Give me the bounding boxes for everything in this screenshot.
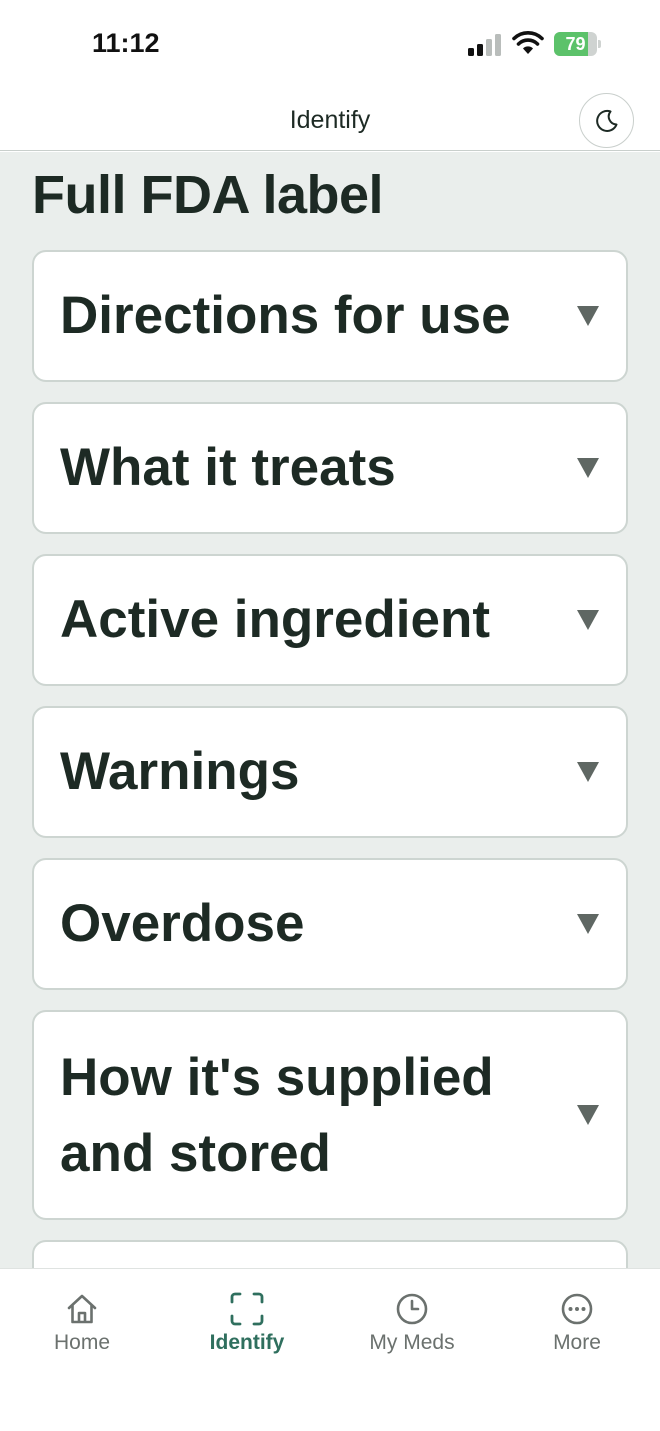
accordion-label: What it treats — [60, 438, 396, 497]
home-icon — [67, 1294, 97, 1324]
tab-more[interactable]: More — [512, 1291, 642, 1361]
signal-icon — [468, 34, 501, 56]
tab-label: Home — [53, 1331, 111, 1354]
caret-down-icon — [577, 1105, 599, 1125]
tab-my-meds[interactable]: My Meds — [347, 1291, 477, 1361]
caret-down-icon — [577, 914, 599, 934]
battery-level: 79 — [565, 34, 586, 54]
caret-down-icon — [577, 306, 599, 326]
theme-toggle-button[interactable] — [579, 93, 634, 148]
page-title: Identify — [289, 106, 371, 134]
clock-icon — [396, 1293, 428, 1325]
tab-label: More — [553, 1331, 601, 1354]
section-title: Full FDA label — [32, 165, 384, 225]
tab-home[interactable]: Home — [17, 1291, 147, 1361]
accordion-label: Active ingredient — [60, 590, 490, 649]
wifi-icon — [512, 31, 544, 54]
accordion-item-partial[interactable] — [32, 1240, 628, 1268]
accordion-how-supplied-stored[interactable]: How it's supplied and stored — [32, 1010, 628, 1220]
accordion-label: Warnings — [60, 742, 300, 801]
accordion-overdose[interactable]: Overdose — [32, 858, 628, 990]
accordion-warnings[interactable]: Warnings — [32, 706, 628, 838]
accordion-what-it-treats[interactable]: What it treats — [32, 402, 628, 534]
status-time: 11:12 — [92, 28, 160, 58]
accordion-label: Directions for use — [60, 286, 511, 345]
main-content[interactable]: Full FDA label Directions for use What i… — [0, 152, 660, 1268]
tab-label: Identify — [209, 1331, 285, 1354]
battery-indicator: 79 — [554, 32, 602, 56]
accordion-active-ingredient[interactable]: Active ingredient — [32, 554, 628, 686]
accordion-directions-for-use[interactable]: Directions for use — [32, 250, 628, 382]
bottom-tab-bar: Home Identify My Meds More — [0, 1268, 660, 1431]
tab-label: My Meds — [369, 1331, 455, 1354]
status-bar: 11:12 79 — [0, 0, 660, 88]
scan-icon — [230, 1292, 264, 1326]
tab-identify[interactable]: Identify — [182, 1291, 312, 1361]
moon-icon — [595, 109, 617, 132]
accordion-label: How it's supplied and stored — [60, 1048, 494, 1183]
more-icon — [561, 1293, 593, 1325]
caret-down-icon — [577, 762, 599, 782]
top-nav-bar: Identify — [0, 88, 660, 151]
caret-down-icon — [577, 610, 599, 630]
caret-down-icon — [577, 458, 599, 478]
accordion-label: Overdose — [60, 894, 305, 953]
